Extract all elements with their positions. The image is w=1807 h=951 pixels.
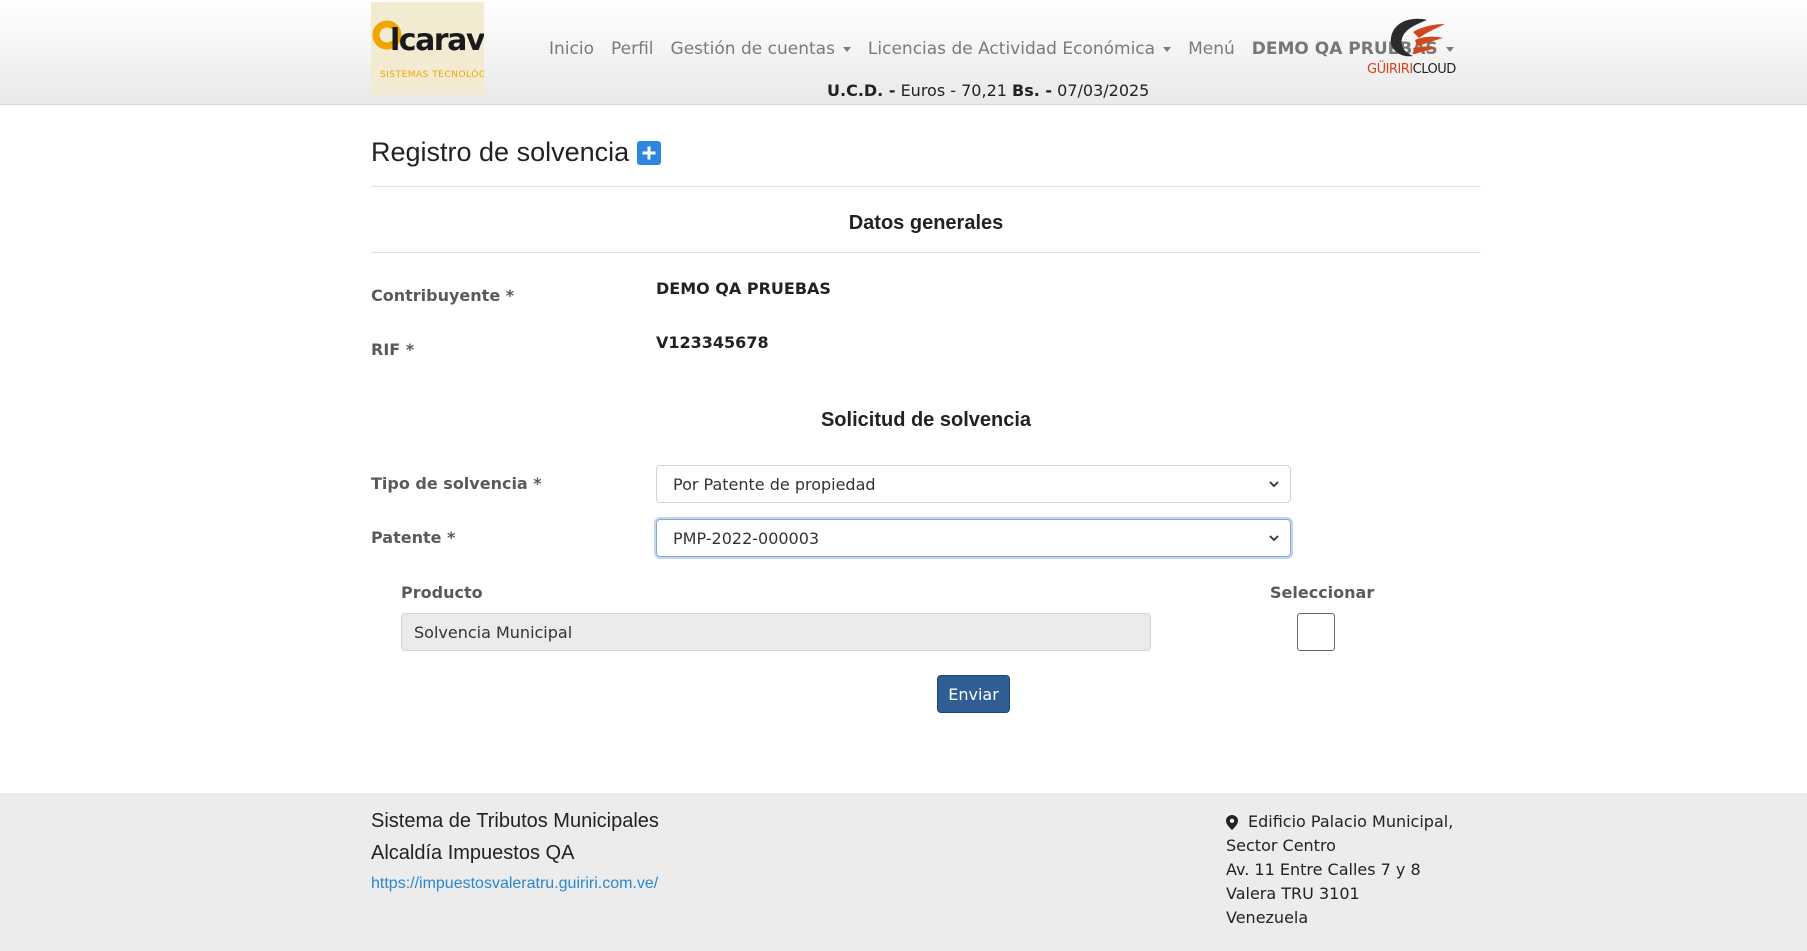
footer-url-link[interactable]: https://impuestosvaleratru.guiriri.com.v…: [371, 875, 658, 893]
nav-perfil-label: Perfil: [610, 39, 654, 59]
producto-field: Solvencia Municipal: [401, 613, 1151, 651]
footer-system-name: Sistema de Tributos Municipales: [371, 810, 659, 832]
producto-column-header: Producto: [401, 583, 483, 602]
section-solicitud: Solicitud de solvencia: [820, 409, 1032, 431]
tipo-solvencia-selected: Por Patente de propiedad: [673, 474, 876, 494]
tipo-solvencia-label: Tipo de solvencia *: [371, 474, 542, 493]
page-title-text: Registro de solvencia: [371, 137, 630, 167]
contribuyente-value: DEMO QA PRUEBAS: [656, 279, 831, 298]
nav-licencias-dropdown[interactable]: Licencias de Actividad Económica: [867, 39, 1172, 59]
tipo-solvencia-select[interactable]: Por Patente de propiedad: [656, 465, 1291, 503]
alcaravan-logo[interactable]: lcaraván SISTEMAS TECNOLÓGICOS: [371, 2, 484, 95]
patente-label: Patente *: [371, 528, 456, 547]
chevron-down-icon: [1269, 535, 1279, 542]
page-title: Registro de solvencia: [371, 137, 662, 168]
guiriri-cloud-logo[interactable]: GÜIRIRICLOUD: [1367, 16, 1456, 82]
caret-down-icon: [842, 46, 851, 52]
nav-menu[interactable]: Menú: [1188, 39, 1235, 59]
plus-square-icon[interactable]: [637, 140, 662, 165]
section-datos-generales: Datos generales: [848, 212, 1004, 234]
nav-perfil[interactable]: Perfil: [611, 39, 654, 59]
seleccionar-column-header: Seleccionar: [1270, 583, 1375, 602]
map-pin-icon: [1226, 814, 1238, 830]
bs-label: Bs. -: [1012, 81, 1053, 100]
cloud-logo-text: GÜIRIRICLOUD: [1367, 62, 1456, 77]
svg-text:lcaraván: lcaraván: [390, 23, 484, 58]
nav-gestion-cuentas-dropdown[interactable]: Gestión de cuentas: [671, 39, 851, 59]
top-navbar: lcaraván SISTEMAS TECNOLÓGICOS Inicio Pe…: [0, 0, 1807, 105]
enviar-button[interactable]: Enviar: [937, 675, 1010, 713]
nav-menu-label: Menú: [1188, 39, 1235, 59]
producto-value: Solvencia Municipal: [414, 622, 573, 642]
address-line-4: Valera TRU 3101: [1226, 884, 1360, 903]
address-line-2: Sector Centro: [1226, 836, 1336, 855]
footer: [0, 793, 1807, 951]
contribuyente-label: Contribuyente *: [371, 286, 515, 305]
nav-inicio-label: Inicio: [549, 39, 594, 59]
ucd-label: U.C.D. -: [827, 81, 896, 100]
rif-value: V123345678: [656, 333, 769, 352]
nav-inicio[interactable]: Inicio: [549, 39, 594, 59]
caret-down-icon: [1163, 46, 1172, 52]
rate-date: 07/03/2025: [1057, 81, 1150, 100]
cloud-logo-part1: GÜIRIRI: [1367, 62, 1413, 77]
exchange-rate: U.C.D. - Euros - 70,21 Bs. - 07/03/2025: [827, 81, 1149, 100]
cloud-logo-part2: CLOUD: [1412, 62, 1457, 77]
currency-label: Euros -: [900, 81, 957, 100]
chevron-down-icon: [1269, 481, 1279, 488]
main-nav: Inicio Perfil Gestión de cuentas Licenci…: [549, 37, 1471, 61]
footer-office-name: Alcaldía Impuestos QA: [371, 842, 575, 864]
divider: [371, 252, 1481, 253]
address-line-1: Edificio Palacio Municipal,: [1248, 812, 1454, 831]
address-line-5: Venezuela: [1226, 908, 1309, 927]
svg-text:SISTEMAS TECNOLÓGICOS: SISTEMAS TECNOLÓGICOS: [380, 68, 484, 80]
rif-label: RIF *: [371, 340, 415, 359]
select-product-checkbox[interactable]: [1297, 613, 1335, 651]
address-line-3: Av. 11 Entre Calles 7 y 8: [1226, 860, 1421, 879]
patente-selected: PMP-2022-000003: [673, 528, 820, 548]
nav-licencias-label: Licencias de Actividad Económica: [867, 39, 1156, 59]
nav-gestion-label: Gestión de cuentas: [670, 39, 835, 59]
rate-amount: 70,21: [961, 81, 1007, 100]
footer-address: Edificio Palacio Municipal, Sector Centr…: [1226, 810, 1453, 930]
patente-select[interactable]: PMP-2022-000003: [656, 519, 1291, 557]
divider: [371, 186, 1481, 187]
